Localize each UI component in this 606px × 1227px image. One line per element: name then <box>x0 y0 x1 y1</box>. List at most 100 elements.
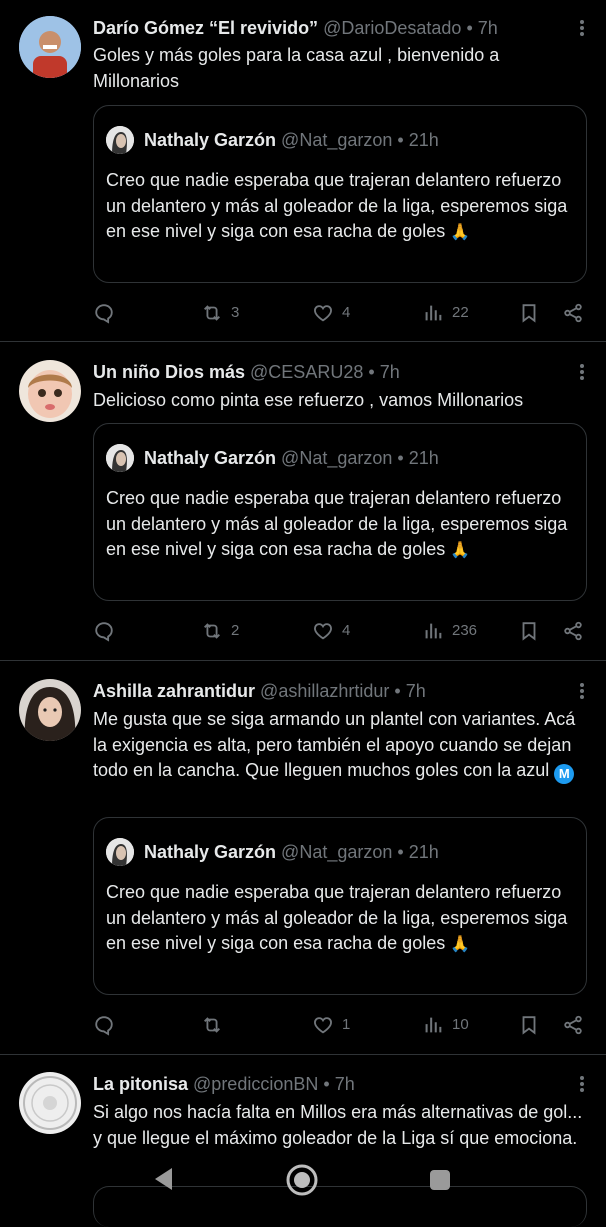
separator-dot: • <box>368 362 375 382</box>
avatar[interactable] <box>19 16 81 78</box>
views-icon <box>425 1017 442 1033</box>
tweet-time[interactable]: 7h <box>478 18 498 38</box>
views-button[interactable]: 236 <box>422 618 477 644</box>
author-name[interactable]: Ashilla zahrantidur <box>93 681 255 701</box>
system-navigation-bar <box>0 1158 606 1200</box>
back-icon[interactable] <box>152 1166 176 1192</box>
quote-avatar <box>106 444 134 472</box>
quote-author-handle: @Nat_garzon <box>281 842 393 862</box>
avatar[interactable] <box>19 1072 81 1134</box>
author-name[interactable]: Darío Gómez “El revivido” <box>93 18 318 38</box>
avatar[interactable] <box>19 360 81 422</box>
like-count: 1 <box>342 1016 351 1033</box>
home-icon[interactable] <box>285 1163 319 1197</box>
separator-dot: • <box>323 1074 330 1094</box>
praying-hands-emoji: 🙏 <box>450 224 471 241</box>
action-bar: 1 10 <box>93 1012 593 1038</box>
heart-icon <box>314 305 332 322</box>
reply-icon <box>95 304 113 324</box>
author-name[interactable]: Un niño Dios más <box>93 362 245 382</box>
share-icon <box>564 621 582 641</box>
quote-text: Creo que nadie esperaba que trajeran del… <box>106 880 576 958</box>
more-options-icon[interactable] <box>580 681 586 701</box>
action-bar: 3 4 22 <box>93 300 593 326</box>
views-count: 22 <box>452 304 469 321</box>
tweet-header: Darío Gómez “El revivido” @DarioDesatado… <box>93 16 498 40</box>
like-button[interactable]: 1 <box>312 1012 350 1038</box>
heart-icon <box>314 1017 332 1034</box>
retweet-icon <box>204 623 220 639</box>
tweet[interactable]: Darío Gómez “El revivido” @DarioDesatado… <box>0 16 606 341</box>
share-button[interactable] <box>562 618 592 644</box>
more-options-icon[interactable] <box>580 1074 586 1094</box>
bookmark-button[interactable] <box>518 1012 548 1038</box>
quote-text: Creo que nadie esperaba que trajeran del… <box>106 486 576 564</box>
views-count: 236 <box>452 622 478 639</box>
quote-text-body: Creo que nadie esperaba que trajeran del… <box>106 882 568 953</box>
millonarios-m-icon: M <box>554 764 575 784</box>
like-button[interactable]: 4 <box>312 300 350 326</box>
separator-dot: • <box>394 681 401 701</box>
tweet-text-body: Me gusta que se siga armando un plantel … <box>93 709 576 780</box>
tweet[interactable]: Un niño Dios más @CESARU28 • 7h Delicios… <box>0 360 606 660</box>
share-button[interactable] <box>562 1012 592 1038</box>
retweet-icon <box>204 305 220 321</box>
reply-icon <box>95 1016 113 1036</box>
tweet-time[interactable]: 7h <box>335 1074 355 1094</box>
tweet-time[interactable]: 7h <box>380 362 400 382</box>
quoted-tweet[interactable]: Nathaly Garzón @Nat_garzon • 21h Creo qu… <box>93 817 587 995</box>
tweet[interactable]: Ashilla zahrantidur @ashillazhrtidur • 7… <box>0 679 606 1054</box>
praying-hands-emoji: 🙏 <box>450 542 471 559</box>
bookmark-button[interactable] <box>518 618 548 644</box>
views-button[interactable]: 10 <box>422 1012 469 1038</box>
more-options-icon[interactable] <box>580 362 586 382</box>
like-count: 4 <box>342 622 351 639</box>
author-name[interactable]: La pitonisa <box>93 1074 188 1094</box>
tweet-header: Un niño Dios más @CESARU28 • 7h <box>93 360 400 384</box>
reply-icon <box>95 622 113 642</box>
quoted-tweet[interactable]: Nathaly Garzón @Nat_garzon • 21h Creo qu… <box>93 423 587 601</box>
author-handle[interactable]: @prediccionBN <box>193 1074 318 1094</box>
divider <box>0 660 606 661</box>
views-button[interactable]: 22 <box>422 300 469 326</box>
avatar[interactable] <box>19 679 81 741</box>
quote-text-body: Creo que nadie esperaba que trajeran del… <box>106 488 568 559</box>
reply-button[interactable] <box>93 1012 123 1038</box>
divider <box>0 341 606 342</box>
quote-avatar <box>106 838 134 866</box>
bookmark-icon <box>522 622 536 641</box>
views-icon <box>425 305 442 321</box>
tweet-text: Si algo nos hacía falta en Millos era má… <box>93 1102 583 1148</box>
recents-icon[interactable] <box>428 1168 452 1192</box>
share-icon <box>564 1015 582 1035</box>
separator-dot: • <box>397 448 404 468</box>
retweet-button[interactable]: 3 <box>201 300 239 326</box>
author-handle[interactable]: @CESARU28 <box>250 362 363 382</box>
action-bar: 2 4 236 <box>93 618 593 644</box>
tweet-text: Goles y más goles para la casa azul , bi… <box>93 45 500 91</box>
tweet-header: Ashilla zahrantidur @ashillazhrtidur • 7… <box>93 679 426 703</box>
quote-header: Nathaly Garzón @Nat_garzon • 21h <box>144 840 439 864</box>
like-button[interactable]: 4 <box>312 618 350 644</box>
separator-dot: • <box>397 130 404 150</box>
retweet-count: 2 <box>231 622 240 639</box>
quote-time: 21h <box>408 448 439 468</box>
author-handle[interactable]: @ashillazhrtidur <box>260 681 389 701</box>
like-count: 4 <box>342 304 351 321</box>
retweet-button[interactable]: 2 <box>201 618 239 644</box>
retweet-button[interactable] <box>201 1012 231 1038</box>
reply-button[interactable] <box>93 300 123 326</box>
separator-dot: • <box>397 842 404 862</box>
quote-author-handle: @Nat_garzon <box>281 130 393 150</box>
heart-icon <box>314 623 332 640</box>
bookmark-button[interactable] <box>518 300 548 326</box>
more-options-icon[interactable] <box>580 18 586 38</box>
quote-time: 21h <box>408 130 439 150</box>
quoted-tweet[interactable]: Nathaly Garzón @Nat_garzon • 21h Creo qu… <box>93 105 587 283</box>
quote-text-body: Creo que nadie esperaba que trajeran del… <box>106 170 568 241</box>
author-handle[interactable]: @DarioDesatado <box>323 18 461 38</box>
quote-time: 21h <box>408 842 439 862</box>
share-button[interactable] <box>562 300 592 326</box>
reply-button[interactable] <box>93 618 123 644</box>
tweet-time[interactable]: 7h <box>406 681 426 701</box>
